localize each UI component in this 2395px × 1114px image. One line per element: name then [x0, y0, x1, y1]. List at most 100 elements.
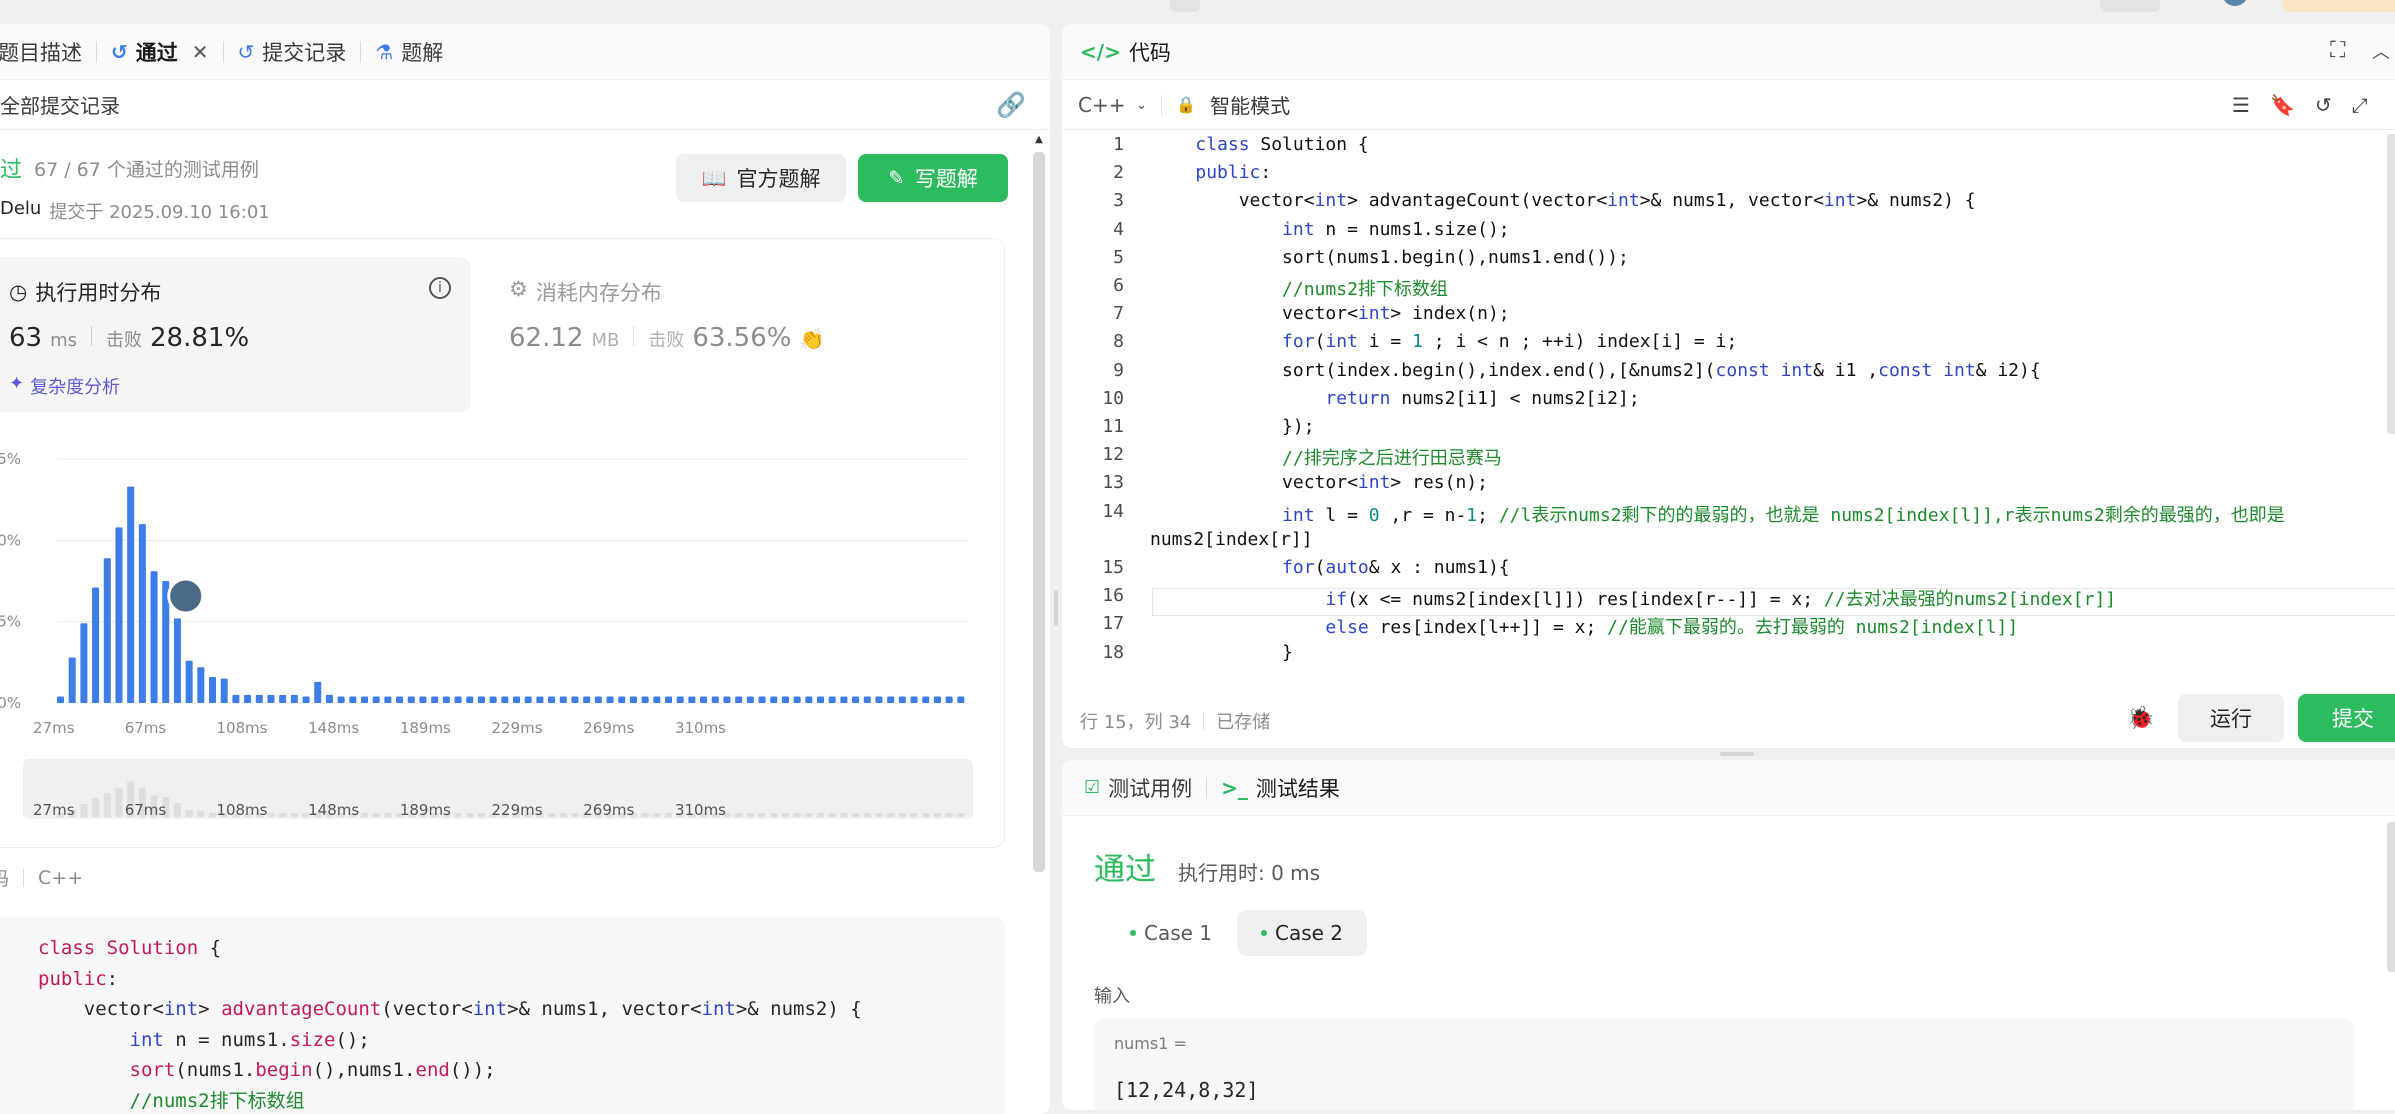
memory-stat[interactable]: ⚙ 消耗内存分布 62.12 MB 击败 63.56% 👏	[503, 257, 963, 412]
tab-testcases[interactable]: ☑ 测试用例	[1084, 773, 1192, 803]
runtime-distribution-chart[interactable]: 15%10%5%0%27ms67ms108ms148ms189ms229ms26…	[0, 429, 1006, 849]
chart-bar[interactable]	[104, 558, 111, 703]
chart-bar[interactable]	[466, 696, 473, 703]
bookmark-icon[interactable]: 🔖	[2270, 93, 2295, 117]
editor-scrollbar[interactable]	[2387, 134, 2395, 434]
info-icon[interactable]: i	[429, 277, 451, 299]
chart-bar[interactable]	[244, 695, 251, 703]
chart-bar[interactable]	[419, 696, 426, 703]
smart-mode[interactable]: 智能模式	[1210, 90, 1290, 119]
chart-bar[interactable]	[700, 696, 707, 703]
chart-bar[interactable]	[583, 696, 590, 703]
chart-bar[interactable]	[408, 696, 415, 703]
format-icon[interactable]: ☰	[2232, 93, 2250, 117]
chart-bar[interactable]	[115, 527, 122, 703]
chart-bar[interactable]	[805, 696, 812, 703]
resize-handle[interactable]	[1720, 752, 1754, 756]
chart-bar[interactable]	[875, 696, 882, 703]
chart-bar[interactable]	[665, 696, 672, 703]
test-scrollbar[interactable]	[2387, 822, 2395, 972]
chart-bar[interactable]	[852, 696, 859, 703]
chart-bar[interactable]	[536, 696, 543, 703]
chart-bar[interactable]	[922, 696, 929, 703]
case-1-tab[interactable]: Case 1	[1106, 910, 1236, 956]
chart-bar[interactable]	[267, 695, 274, 703]
chart-bar[interactable]	[957, 696, 964, 703]
chart-bar[interactable]	[197, 667, 204, 703]
chart-bar[interactable]	[770, 696, 777, 703]
expand-icon[interactable]: ⤢	[2352, 93, 2368, 117]
runtime-stat[interactable]: ◷ 执行用时分布 i 63 ms 击败 28.81% ✦ 复杂度分析	[0, 257, 471, 412]
chart-bar[interactable]	[490, 696, 497, 703]
chart-bar[interactable]	[794, 696, 801, 703]
chart-bar[interactable]	[443, 696, 450, 703]
avatar[interactable]	[2222, 0, 2248, 6]
fullscreen-icon[interactable]: ⛶	[2330, 38, 2345, 63]
chart-bar[interactable]	[478, 696, 485, 703]
tab-code[interactable]: </> 代码	[1080, 37, 1171, 67]
chart-bar[interactable]	[607, 696, 614, 703]
collapse-icon[interactable]: ︿	[2372, 38, 2390, 64]
chart-bar[interactable]	[571, 696, 578, 703]
chart-bar[interactable]	[501, 696, 508, 703]
chart-bar[interactable]	[384, 696, 391, 703]
chart-bar[interactable]	[934, 696, 941, 703]
chart-bar[interactable]	[361, 696, 368, 703]
chart-bar[interactable]	[747, 696, 754, 703]
chart-bar[interactable]	[688, 696, 695, 703]
tab-accepted[interactable]: ↺ 通过 ✕	[111, 37, 209, 67]
chart-bar[interactable]	[782, 696, 789, 703]
chart-bar[interactable]	[174, 618, 181, 703]
chart-bar[interactable]	[186, 661, 193, 703]
chart-bar[interactable]	[712, 696, 719, 703]
chart-bar[interactable]	[864, 696, 871, 703]
chart-bar[interactable]	[314, 682, 321, 703]
chart-bar[interactable]	[326, 695, 333, 703]
chart-bar[interactable]	[256, 695, 263, 703]
chart-bar[interactable]	[513, 696, 520, 703]
chart-bar[interactable]	[735, 696, 742, 703]
chart-bar[interactable]	[817, 696, 824, 703]
chart-bar[interactable]	[677, 696, 684, 703]
chart-bar[interactable]	[303, 696, 310, 703]
user-name[interactable]: Delu	[0, 198, 41, 224]
chart-bar[interactable]	[69, 657, 76, 703]
chart-bar[interactable]	[139, 524, 146, 703]
close-icon[interactable]: ✕	[192, 40, 209, 64]
code-area[interactable]: 123456789101112131415161718 class Soluti…	[1062, 130, 2395, 690]
chart-bar[interactable]	[373, 696, 380, 703]
debug-icon[interactable]: 🐞	[2127, 706, 2154, 731]
chart-bar[interactable]	[911, 696, 918, 703]
chart-bar[interactable]	[279, 695, 286, 703]
tab-submissions[interactable]: ↺ 提交记录	[238, 37, 347, 67]
chart-bar[interactable]	[57, 696, 64, 703]
link-icon[interactable]: 🔗	[996, 91, 1026, 119]
chart-bar[interactable]	[396, 696, 403, 703]
scroll-up-arrow[interactable]: ▲	[1033, 134, 1045, 145]
chart-bar[interactable]	[840, 696, 847, 703]
tab-test-results[interactable]: >_ 测试结果	[1221, 773, 1340, 803]
complexity-link[interactable]: 复杂度分析	[30, 373, 120, 399]
chart-bar[interactable]	[595, 696, 602, 703]
chart-bar[interactable]	[431, 696, 438, 703]
chart-bar[interactable]	[899, 696, 906, 703]
chart-bar[interactable]	[349, 696, 356, 703]
chart-bar[interactable]	[291, 695, 298, 703]
chart-bar[interactable]	[548, 696, 555, 703]
chart-bar[interactable]	[209, 677, 216, 703]
chart-bar[interactable]	[829, 696, 836, 703]
top-bar-tab[interactable]	[1170, 0, 1200, 12]
chart-bar[interactable]	[723, 696, 730, 703]
chart-bar[interactable]	[946, 696, 953, 703]
premium-button[interactable]	[2282, 0, 2395, 12]
tab-solutions[interactable]: ⚗ 题解	[375, 37, 443, 67]
tab-description[interactable]: 题目描述	[0, 37, 82, 67]
write-solution-button[interactable]: ✎ 写题解	[858, 154, 1008, 202]
chart-bar[interactable]	[455, 696, 462, 703]
top-bar-tab[interactable]	[2100, 0, 2160, 12]
chart-bar[interactable]	[151, 571, 158, 703]
vertical-resize-handle[interactable]	[1054, 590, 1058, 626]
chart-bar[interactable]	[887, 696, 894, 703]
submit-button[interactable]: 提交	[2298, 694, 2395, 742]
chart-bar[interactable]	[525, 696, 532, 703]
